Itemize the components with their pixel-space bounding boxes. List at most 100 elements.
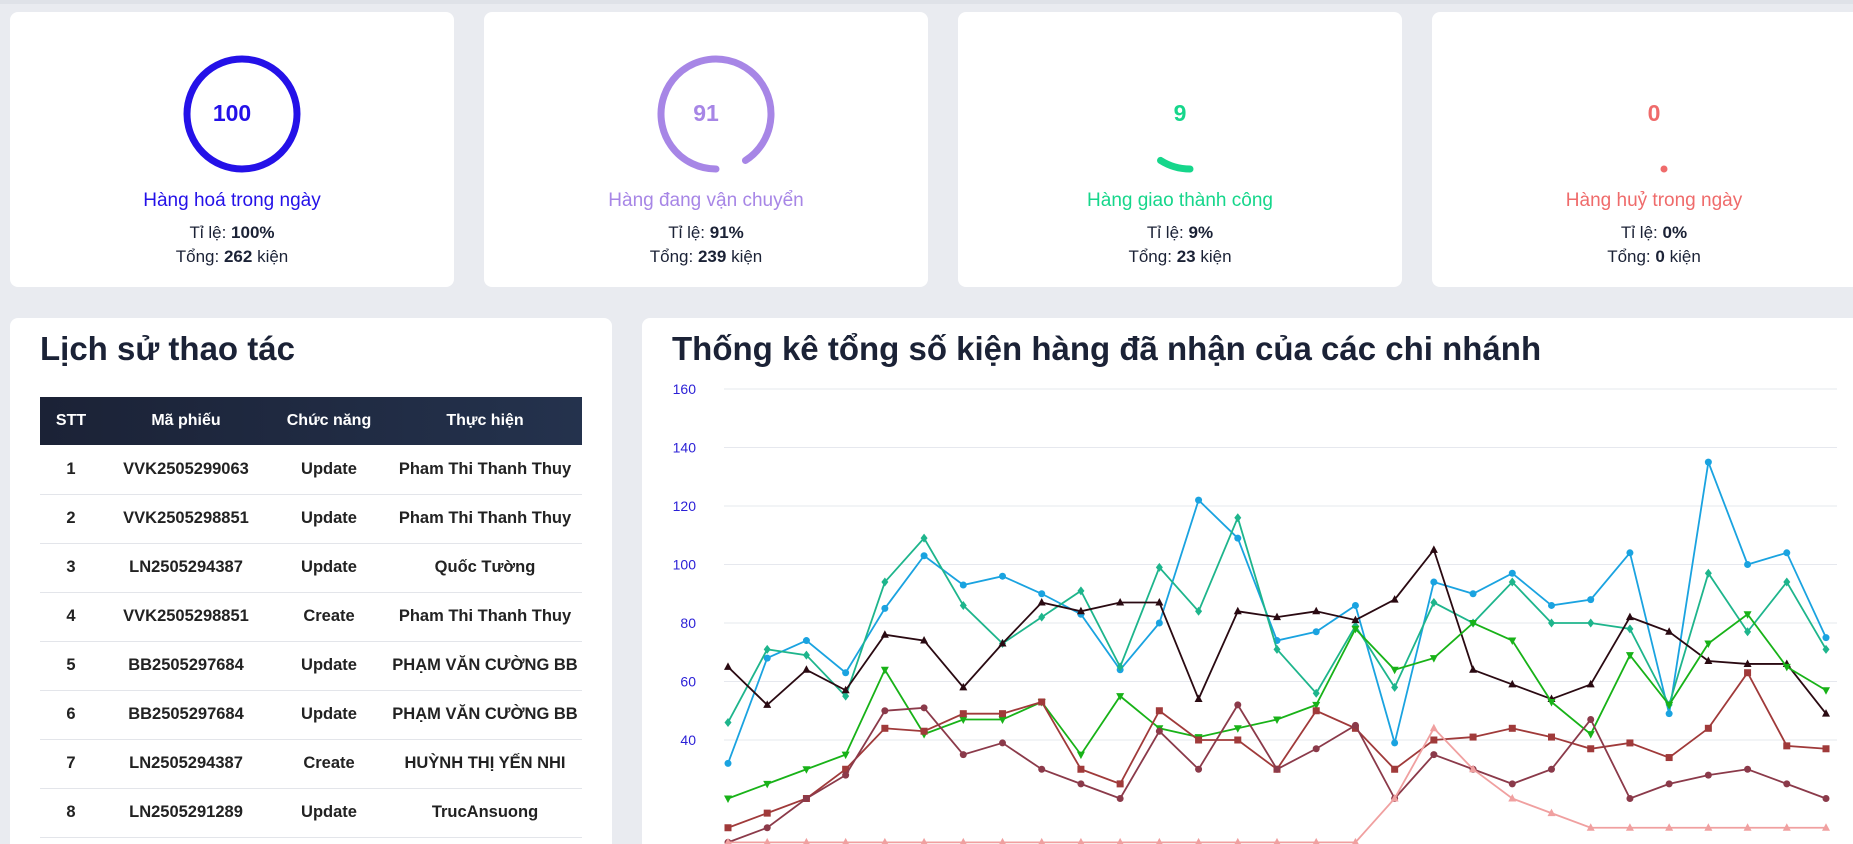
stat-rate: Tỉ lệ: 0% — [1432, 223, 1853, 243]
data-point — [1822, 687, 1830, 695]
total-value: 23 — [1176, 247, 1196, 266]
data-point — [1508, 794, 1517, 802]
data-point — [1469, 733, 1477, 741]
data-point — [1077, 780, 1085, 788]
table-row[interactable]: 3 LN2505294387 Update Quốc Tường — [40, 543, 582, 593]
history-body: 1 VVK2505299063 Update Pham Thi Thanh Thuy 2… — [40, 445, 582, 838]
series-line-5 — [727, 703, 1827, 844]
data-point — [1704, 724, 1712, 732]
data-point — [1430, 578, 1438, 586]
data-point — [1586, 731, 1595, 739]
data-point — [1351, 601, 1359, 609]
ticket-code: VVK2505299063 — [102, 445, 270, 495]
data-point — [1744, 765, 1752, 773]
stat-value: 0 — [1647, 100, 1661, 126]
data-point — [1195, 765, 1203, 773]
stat-total: Tổng: 239 kiện — [484, 247, 928, 267]
data-point — [1625, 612, 1634, 621]
table-row[interactable]: 5 BB2505297684 Update PHẠM VĂN CƯỜNG BB — [40, 641, 582, 691]
data-point — [1116, 795, 1124, 802]
table-row[interactable]: 6 BB2505297684 Update PHẠM VĂN CƯỜNG BB — [40, 690, 582, 740]
action: Create — [270, 739, 388, 789]
data-point — [881, 707, 889, 715]
data-point — [1234, 513, 1242, 523]
data-point — [1665, 710, 1673, 718]
action: Create — [270, 592, 388, 642]
stat-rate: Tỉ lệ: 91% — [484, 223, 928, 243]
data-point — [1587, 618, 1595, 628]
data-point — [920, 552, 928, 560]
ring-arc — [1157, 156, 1194, 173]
column-header: STT — [55, 412, 87, 429]
ticket-code: VVK2505298851 — [102, 592, 270, 642]
data-point — [1704, 656, 1713, 665]
data-point — [1822, 745, 1830, 753]
data-point — [1587, 596, 1595, 604]
data-point — [1312, 707, 1320, 715]
data-point — [1038, 612, 1046, 622]
data-point — [763, 809, 771, 817]
rate-label: Tỉ lệ: — [1146, 223, 1184, 242]
performed-by: PHẠM VĂN CƯỜNG BB — [388, 641, 582, 691]
data-point — [724, 759, 732, 767]
performed-by: HUỲNH THỊ YẾN NHI — [388, 739, 582, 789]
data-point — [1195, 736, 1203, 744]
stat-title: Hàng huỷ trong ngày — [1565, 190, 1743, 211]
data-point — [1430, 751, 1438, 759]
stat-card-delivered: 9 Hàng giao thành công Tỉ lệ: 9% Tổng: 2… — [958, 12, 1402, 287]
table-row[interactable]: 2 VVK2505298851 Update Pham Thi Thanh Thuy — [40, 494, 582, 544]
row-index: 2 — [40, 494, 102, 544]
data-point — [1155, 727, 1163, 735]
data-point — [959, 751, 967, 759]
rate-value: 0% — [1662, 223, 1688, 242]
data-point — [1665, 754, 1673, 762]
data-point — [1076, 751, 1085, 760]
stat-total: Tổng: 23 kiện — [958, 247, 1402, 267]
history-table: STT Mã phiếu Chức năng Thực hiện 1 VVK250… — [40, 397, 582, 838]
total-value: 0 — [1655, 247, 1665, 266]
data-point — [842, 669, 850, 677]
data-point — [1312, 745, 1320, 753]
data-point — [1234, 534, 1242, 542]
ticket-code: VVK2505298851 — [102, 494, 270, 544]
rate-value: 100% — [231, 223, 275, 242]
y-tick-label: 160 — [673, 381, 697, 397]
table-row[interactable]: 1 VVK2505299063 Update Pham Thi Thanh Thuy — [40, 445, 582, 495]
data-point — [1273, 765, 1281, 773]
data-point — [999, 739, 1006, 747]
data-point — [1430, 598, 1438, 608]
data-point — [1783, 549, 1791, 557]
data-point — [802, 637, 810, 645]
ring-arc — [1660, 165, 1668, 173]
data-point — [1194, 694, 1203, 703]
data-point — [1391, 765, 1399, 773]
data-point — [1233, 606, 1242, 615]
performed-by: Quốc Tường — [388, 543, 582, 593]
y-tick-label: 120 — [673, 498, 697, 514]
data-point — [1822, 795, 1830, 802]
data-point — [999, 710, 1006, 718]
total-unit: kiện — [1669, 247, 1701, 266]
stat-rate: Tỉ lệ: 100% — [10, 223, 454, 243]
column-header: Chức năng — [286, 412, 372, 429]
data-point — [1665, 780, 1673, 788]
history-panel: Lịch sử thao tác STT Mã phiếu Chức năng … — [10, 318, 612, 844]
table-row[interactable]: 4 VVK2505298851 Create Pham Thi Thanh Thuy — [40, 592, 582, 642]
data-point — [1038, 765, 1046, 773]
rate-label: Tỉ lệ: — [189, 223, 227, 242]
stat-total: Tổng: 0 kiện — [1432, 247, 1853, 267]
data-point — [1704, 771, 1712, 779]
table-row[interactable]: 7 LN2505294387 Create HUỲNH THỊ YẾN NHI — [40, 739, 582, 789]
data-point — [1429, 545, 1438, 553]
total-label: Tổng: — [175, 247, 220, 266]
data-point — [1783, 742, 1791, 750]
data-point — [724, 824, 732, 832]
data-point — [920, 704, 928, 712]
data-point — [1548, 601, 1555, 609]
data-point — [1783, 780, 1791, 788]
y-tick-label: 40 — [680, 732, 696, 748]
action: Update — [270, 641, 388, 691]
data-point — [881, 604, 889, 612]
data-point — [724, 795, 732, 803]
table-row[interactable]: 8 LN2505291289 Update TrucAnsuong — [40, 788, 582, 838]
